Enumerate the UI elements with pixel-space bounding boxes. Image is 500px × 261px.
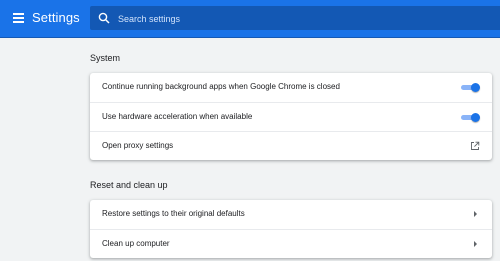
setting-row-clean-up[interactable]: Clean up computer bbox=[90, 229, 492, 258]
settings-toolbar: Settings bbox=[0, 0, 500, 38]
arrow-right-icon bbox=[474, 241, 477, 247]
hardware-acceleration-toggle[interactable] bbox=[461, 113, 480, 123]
setting-row-background-apps[interactable]: Continue running background apps when Go… bbox=[90, 73, 492, 102]
search-box[interactable] bbox=[90, 6, 500, 30]
page-title: Settings bbox=[32, 10, 80, 25]
setting-label: Continue running background apps when Go… bbox=[102, 82, 340, 91]
search-icon bbox=[98, 12, 110, 24]
setting-label: Open proxy settings bbox=[102, 141, 174, 150]
setting-row-proxy[interactable]: Open proxy settings bbox=[90, 131, 492, 160]
arrow-right-icon bbox=[474, 211, 477, 217]
setting-row-hardware-acceleration[interactable]: Use hardware acceleration when available bbox=[90, 102, 492, 131]
search-input[interactable] bbox=[116, 9, 490, 29]
background-apps-toggle[interactable] bbox=[461, 83, 480, 93]
external-link-icon[interactable] bbox=[470, 141, 480, 151]
reset-card: Restore settings to their original defau… bbox=[90, 200, 492, 258]
section-title-reset: Reset and clean up bbox=[90, 180, 168, 190]
setting-row-restore-defaults[interactable]: Restore settings to their original defau… bbox=[90, 200, 492, 229]
setting-label: Restore settings to their original defau… bbox=[102, 209, 245, 218]
menu-icon[interactable] bbox=[13, 13, 24, 23]
system-card: Continue running background apps when Go… bbox=[90, 73, 492, 160]
section-title-system: System bbox=[90, 53, 121, 63]
setting-label: Use hardware acceleration when available bbox=[102, 112, 253, 121]
setting-label: Clean up computer bbox=[102, 239, 170, 248]
